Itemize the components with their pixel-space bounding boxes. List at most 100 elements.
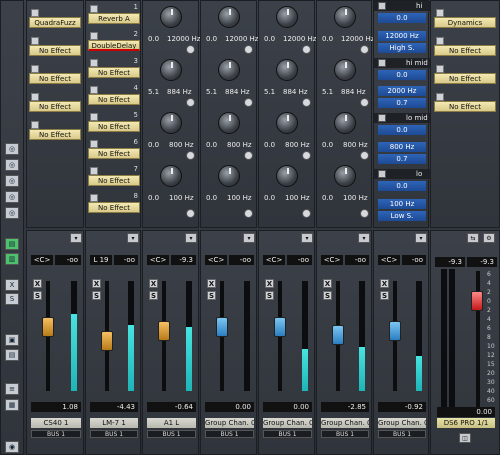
insert-slot[interactable]: No Effect	[29, 63, 81, 89]
mute-button[interactable]: X	[149, 279, 158, 288]
insert-toggle[interactable]	[90, 32, 98, 40]
eq-gain-knob[interactable]	[276, 165, 298, 187]
insert-toggle[interactable]	[90, 194, 98, 202]
band-enable[interactable]	[378, 59, 386, 67]
solo-button[interactable]: S	[33, 291, 42, 300]
eq-freq-dot[interactable]	[244, 209, 253, 218]
channel-edit-icon[interactable]: ▾	[70, 233, 82, 243]
output-bus[interactable]: BUS 1	[378, 430, 426, 438]
solo-button[interactable]: S	[92, 291, 101, 300]
insert-label[interactable]: No Effect	[29, 129, 81, 140]
band-gain-field[interactable]: 0.0	[378, 181, 426, 191]
channel-edit-icon[interactable]: ▾	[301, 233, 313, 243]
insert-slot[interactable]: 4 No Effect	[88, 84, 140, 110]
pan-value[interactable]: L 19	[90, 255, 112, 265]
insert-toggle[interactable]	[436, 9, 444, 17]
eq-gain-knob[interactable]	[334, 59, 356, 81]
list-icon[interactable]: ≡	[5, 383, 19, 395]
insert-toggle[interactable]	[31, 65, 39, 73]
insert-label[interactable]: No Effect	[29, 101, 81, 112]
fader-cap[interactable]	[42, 317, 54, 337]
insert-toggle[interactable]	[90, 59, 98, 67]
insert-label[interactable]: DoubleDelay	[88, 40, 140, 51]
eq-gain-knob[interactable]	[160, 112, 182, 134]
output-bus[interactable]: BUS 1	[205, 430, 254, 438]
pan-value[interactable]: <C>	[378, 255, 400, 265]
pan-value[interactable]: <C>	[31, 255, 53, 265]
read-icon[interactable]: ▣	[5, 334, 19, 346]
solo-button[interactable]: S	[207, 291, 216, 300]
insert-slot[interactable]: 7 No Effect	[88, 165, 140, 191]
insert-slot[interactable]: No Effect	[434, 91, 496, 117]
insert-label[interactable]: Reverb A	[88, 13, 140, 24]
insert-slot[interactable]: No Effect	[29, 91, 81, 117]
insert-toggle[interactable]	[436, 37, 444, 45]
eq-gain-knob[interactable]	[218, 59, 240, 81]
pan-value[interactable]: <C>	[263, 255, 285, 265]
channel-name[interactable]: Group Chan. 03	[321, 418, 369, 428]
output-bus[interactable]: BUS 1	[90, 430, 138, 438]
fader-cap[interactable]	[274, 317, 286, 337]
channel-name[interactable]: Group Chan. 02	[263, 418, 312, 428]
band-enable[interactable]	[378, 170, 386, 178]
insert-slot[interactable]: 3 No Effect	[88, 57, 140, 83]
eq-gain-knob[interactable]	[160, 59, 182, 81]
band-gain-field[interactable]: 0.0	[378, 70, 426, 80]
insert-label[interactable]: No Effect	[29, 45, 81, 56]
solo-button[interactable]: S	[323, 291, 332, 300]
eq-freq-dot[interactable]	[186, 45, 195, 54]
insert-slot[interactable]: 1 Reverb A	[88, 3, 140, 29]
channel-name[interactable]: Group Chan. 01	[205, 418, 254, 428]
volume-value[interactable]: -0.92	[378, 402, 426, 412]
eq-freq-dot[interactable]	[186, 151, 195, 160]
eq-freq-dot[interactable]	[302, 45, 311, 54]
insert-label[interactable]: No Effect	[88, 175, 140, 186]
band-q-field[interactable]: 0.7	[378, 154, 426, 164]
insert-label[interactable]: No Effect	[434, 101, 496, 112]
eq-tool-icon[interactable]: ◎	[5, 191, 19, 203]
band-enable[interactable]	[378, 2, 386, 10]
routing-tool-icon[interactable]: ◎	[5, 159, 19, 171]
eq-gain-knob[interactable]	[276, 59, 298, 81]
fader-cap[interactable]	[332, 325, 344, 345]
insert-slot[interactable]: QuadraFuzz	[29, 7, 81, 33]
insert-label[interactable]: QuadraFuzz	[29, 17, 81, 28]
eq-gain-knob[interactable]	[160, 165, 182, 187]
eq-freq-dot[interactable]	[244, 45, 253, 54]
channel-edit-icon[interactable]: ▾	[358, 233, 370, 243]
insert-slot[interactable]: 2 DoubleDelay	[88, 30, 140, 56]
insert-toggle[interactable]	[90, 113, 98, 121]
insert-toggle[interactable]	[436, 93, 444, 101]
eq-freq-dot[interactable]	[186, 209, 195, 218]
mute-button[interactable]: X	[33, 279, 42, 288]
insert-toggle[interactable]	[90, 5, 98, 13]
insert-slot[interactable]: 6 No Effect	[88, 138, 140, 164]
band-freq-field[interactable]: 100 Hz	[378, 199, 426, 209]
insert-slot[interactable]: Dynamics	[434, 7, 496, 33]
insert-toggle[interactable]	[31, 93, 39, 101]
channel-edit-icon[interactable]: ▾	[185, 233, 197, 243]
mute-button[interactable]: X	[380, 279, 389, 288]
green-mode-icon[interactable]: ▥	[5, 253, 19, 265]
solo-button[interactable]: S	[265, 291, 274, 300]
mute-button[interactable]: X	[323, 279, 332, 288]
insert-label[interactable]: No Effect	[88, 94, 140, 105]
volume-value[interactable]: 0.00	[205, 402, 254, 412]
volume-value[interactable]: -2.85	[321, 402, 369, 412]
band-q-field[interactable]: 0.7	[378, 98, 426, 108]
insert-toggle[interactable]	[90, 167, 98, 175]
output-bus[interactable]: BUS 1	[147, 430, 196, 438]
fader-cap[interactable]	[389, 321, 401, 341]
insert-slot[interactable]: No Effect	[29, 35, 81, 61]
insert-slot[interactable]: No Effect	[434, 35, 496, 61]
eq-freq-dot[interactable]	[244, 151, 253, 160]
insert-toggle[interactable]	[31, 9, 39, 17]
insert-toggle[interactable]	[90, 86, 98, 94]
channel-name[interactable]: CS40 1	[31, 418, 81, 428]
band-freq-field[interactable]: 800 Hz	[378, 142, 426, 152]
fader-cap[interactable]	[216, 317, 228, 337]
channel-name[interactable]: A1 L	[147, 418, 196, 428]
volume-value[interactable]: 0.00	[263, 402, 312, 412]
insert-label[interactable]: No Effect	[434, 45, 496, 56]
master-output-name[interactable]: DS6 PRO 1/1	[437, 418, 495, 428]
